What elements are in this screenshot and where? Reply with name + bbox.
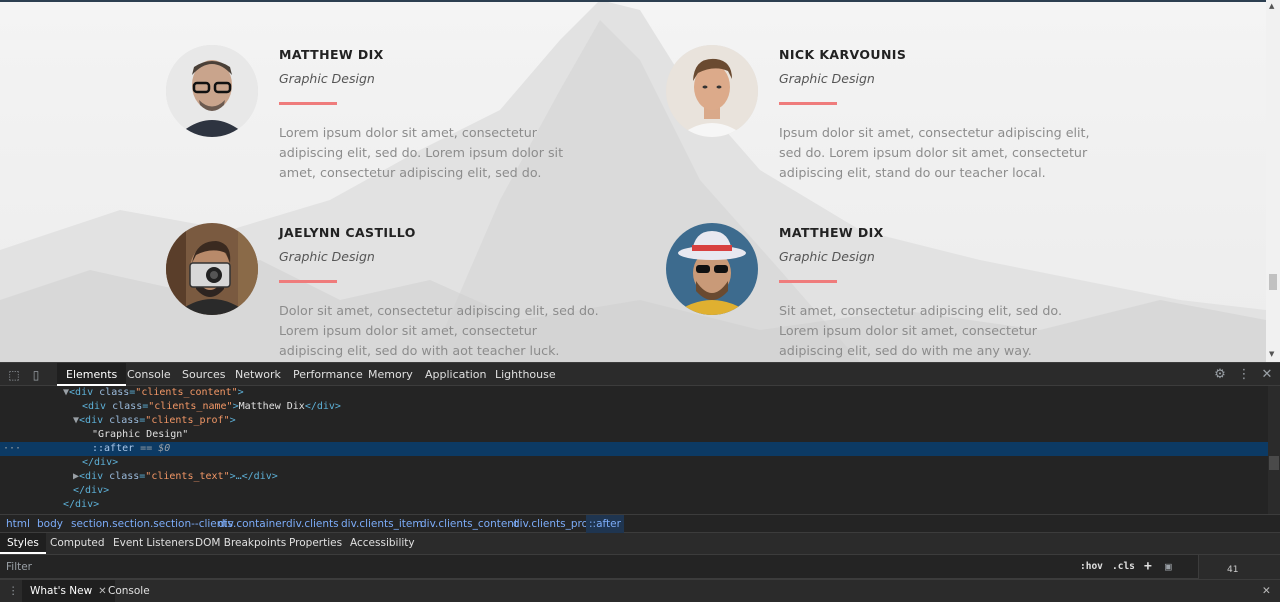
- devtools-drawer: ⋮ What's New ✕ Console ✕: [0, 579, 1280, 602]
- dom-node[interactable]: ▼<div class="clients_content">: [0, 386, 1268, 400]
- breadcrumb-item[interactable]: div.clients_content: [420, 515, 518, 533]
- class-toggle-button[interactable]: .cls: [1112, 559, 1135, 575]
- devtools-panel: ⬚ ▯ Elements Console Sources Network Per…: [0, 362, 1280, 602]
- client-content: JAELYNN CASTILLO Graphic Design Dolor si…: [279, 223, 609, 361]
- client-name: MATTHEW DIX: [279, 47, 384, 62]
- tab-event-listeners[interactable]: Event Listeners: [106, 533, 201, 554]
- tab-accessibility[interactable]: Accessibility: [343, 533, 422, 554]
- dom-node[interactable]: </div>: [0, 456, 1268, 470]
- close-drawer-icon[interactable]: ✕: [1254, 580, 1279, 602]
- dom-node[interactable]: ▶<div class="clients_text">…</div>: [0, 470, 1268, 484]
- settings-gear-icon[interactable]: ⚙: [1212, 367, 1228, 383]
- breadcrumb: html body section.section.section--clien…: [0, 514, 1280, 533]
- client-profession: Graphic Design: [779, 71, 1109, 105]
- client-profession: Graphic Design: [279, 249, 609, 283]
- client-avatar: [166, 223, 258, 315]
- breadcrumb-item[interactable]: div.clients_item: [341, 515, 423, 533]
- client-text: Lorem ipsum dolor sit amet, consectetur …: [279, 125, 564, 180]
- page-scrollbar-thumb[interactable]: [1269, 274, 1277, 290]
- box-model-preview: 41: [1198, 555, 1280, 579]
- styles-filter-input[interactable]: [2, 558, 1068, 576]
- client-content: MATTHEW DIX Graphic Design Sit amet, con…: [779, 223, 1109, 361]
- breadcrumb-item-current[interactable]: ::after: [586, 515, 624, 533]
- client-avatar: [666, 223, 758, 315]
- scroll-down-icon[interactable]: ▼: [1269, 350, 1274, 358]
- dom-node[interactable]: ▼<div class="clients_prof">: [0, 414, 1268, 428]
- client-item: NICK KARVOUNIS Graphic Design Ipsum dolo…: [666, 45, 1126, 195]
- close-devtools-icon[interactable]: ✕: [1259, 367, 1275, 383]
- tab-network[interactable]: Network: [226, 363, 290, 386]
- tab-application[interactable]: Application: [416, 363, 495, 386]
- tab-console[interactable]: Console: [118, 363, 180, 386]
- toggle-sidebar-icon[interactable]: ▣: [1165, 559, 1172, 575]
- breadcrumb-item[interactable]: div.container: [218, 515, 286, 533]
- tab-lighthouse[interactable]: Lighthouse: [486, 363, 565, 386]
- breadcrumb-item[interactable]: html: [6, 515, 30, 533]
- dom-tree: ▼<div class="clients_content"> <div clas…: [0, 386, 1268, 514]
- page-scrollbar[interactable]: ▲ ▼: [1266, 0, 1280, 362]
- client-text: Ipsum dolor sit amet, consectetur adipis…: [779, 125, 1090, 180]
- more-options-icon[interactable]: ⋮: [1236, 367, 1252, 383]
- client-item: MATTHEW DIX Graphic Design Lorem ipsum d…: [166, 45, 626, 195]
- client-text: Dolor sit amet, consectetur adipiscing e…: [279, 303, 599, 358]
- box-model-value: 41: [1227, 565, 1239, 575]
- dom-node-selected[interactable]: ···::after == $0: [0, 442, 1268, 456]
- styles-filter-bar: :hov .cls + ▣: [0, 555, 1280, 579]
- dom-text-node[interactable]: "Graphic Design": [0, 428, 1268, 442]
- client-item: JAELYNN CASTILLO Graphic Design Dolor si…: [166, 223, 626, 362]
- breadcrumb-item[interactable]: div.clients: [286, 515, 339, 533]
- devtools-tab-bar: ⬚ ▯ Elements Console Sources Network Per…: [0, 362, 1280, 386]
- client-avatar: [666, 45, 758, 137]
- new-style-rule-button[interactable]: +: [1144, 559, 1152, 575]
- client-profession: Graphic Design: [279, 71, 609, 105]
- client-profession: Graphic Design: [779, 249, 1109, 283]
- device-toolbar-icon[interactable]: ▯: [28, 367, 44, 383]
- styles-pane-tabs: Styles Computed Event Listeners DOM Brea…: [0, 533, 1280, 555]
- scroll-up-icon[interactable]: ▲: [1269, 2, 1274, 10]
- tab-memory[interactable]: Memory: [359, 363, 422, 386]
- hover-state-button[interactable]: :hov: [1080, 559, 1103, 575]
- drawer-tab-console[interactable]: Console: [100, 580, 158, 602]
- dom-tree-scrollbar[interactable]: [1268, 386, 1280, 514]
- client-name: JAELYNN CASTILLO: [279, 225, 416, 240]
- dom-tree-scrollbar-thumb[interactable]: [1269, 456, 1279, 470]
- client-content: MATTHEW DIX Graphic Design Lorem ipsum d…: [279, 45, 609, 183]
- dom-node[interactable]: </div>: [0, 498, 1268, 512]
- client-avatar: [166, 45, 258, 137]
- client-content: NICK KARVOUNIS Graphic Design Ipsum dolo…: [779, 45, 1109, 183]
- client-name: MATTHEW DIX: [779, 225, 884, 240]
- tab-styles[interactable]: Styles: [0, 533, 46, 554]
- dom-node[interactable]: <div class="clients_name">Matthew Dix</d…: [0, 400, 1268, 414]
- website-viewport: MATTHEW DIX Graphic Design Lorem ipsum d…: [0, 0, 1280, 362]
- client-name: NICK KARVOUNIS: [779, 47, 907, 62]
- breadcrumb-item[interactable]: body: [37, 515, 63, 533]
- tab-elements[interactable]: Elements: [57, 363, 127, 386]
- top-accent-bar: [0, 0, 1280, 2]
- dom-node[interactable]: </div>: [0, 484, 1268, 498]
- tab-computed[interactable]: Computed: [43, 533, 112, 554]
- breadcrumb-item[interactable]: section.section.section--clients: [71, 515, 233, 533]
- tab-properties[interactable]: Properties: [282, 533, 349, 554]
- inspect-element-icon[interactable]: ⬚: [6, 367, 22, 383]
- breadcrumb-item[interactable]: div.clients_prof: [513, 515, 592, 533]
- client-item: MATTHEW DIX Graphic Design Sit amet, con…: [666, 223, 1126, 362]
- client-text: Sit amet, consectetur adipiscing elit, s…: [779, 303, 1062, 358]
- tab-dom-breakpoints[interactable]: DOM Breakpoints: [188, 533, 293, 554]
